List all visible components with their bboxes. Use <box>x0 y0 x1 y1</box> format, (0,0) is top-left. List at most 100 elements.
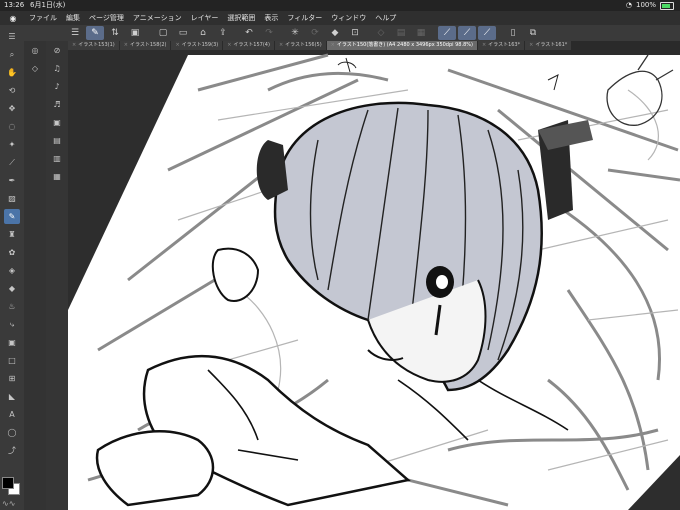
tab-document-7[interactable]: × イラスト163* <box>477 41 525 50</box>
close-icon[interactable]: × <box>124 42 128 48</box>
new-file-icon[interactable]: ▣ <box>126 26 144 40</box>
rotate-icon[interactable]: ⟳ <box>306 26 324 40</box>
shortcut-icon[interactable]: ⧉ <box>524 26 542 40</box>
eyedropper-icon[interactable]: ⟋ <box>4 155 20 170</box>
figure-icon[interactable]: ▣ <box>4 335 20 350</box>
canvas-icon[interactable]: ▯ <box>504 26 522 40</box>
tool-a-icon[interactable]: ♬ <box>49 97 65 112</box>
close-icon[interactable]: × <box>529 42 533 48</box>
close-icon[interactable]: × <box>227 42 231 48</box>
redo-icon[interactable]: ↷ <box>260 26 278 40</box>
tool-e-icon[interactable]: ▦ <box>49 169 65 184</box>
new-doc-icon[interactable]: ▢ <box>154 26 172 40</box>
fill-layer-icon[interactable]: ▤ <box>392 26 410 40</box>
tool-c-icon[interactable]: ▤ <box>49 133 65 148</box>
drawing-canvas[interactable] <box>68 50 680 510</box>
close-icon[interactable]: × <box>279 42 283 48</box>
menu-filter[interactable]: フィルター <box>287 13 322 23</box>
tab-document-3[interactable]: × イラスト159(3) <box>171 41 223 50</box>
zoom-icon[interactable]: ⌕ <box>4 47 20 62</box>
app-logo-icon[interactable]: ◉ <box>6 11 20 25</box>
battery-label: 100% <box>635 1 656 9</box>
close-icon[interactable]: × <box>72 42 76 48</box>
pen-active-icon[interactable]: ✎ <box>86 26 104 40</box>
crop-icon[interactable]: ⊡ <box>346 26 364 40</box>
stroke-preview-icon: ∿∿ <box>2 499 16 508</box>
link-icon[interactable]: ⇅ <box>106 26 124 40</box>
export-icon[interactable]: ⇪ <box>214 26 232 40</box>
eraser-icon[interactable]: ◈ <box>4 263 20 278</box>
settings-icon[interactable]: ♪ <box>49 79 65 94</box>
close-icon[interactable]: × <box>331 42 335 48</box>
gradient-icon[interactable]: ⤷ <box>4 317 20 332</box>
foreground-color-swatch[interactable] <box>2 477 14 489</box>
menu-select[interactable]: 選択範囲 <box>227 13 255 23</box>
text-icon[interactable]: A <box>4 407 20 422</box>
menu-layer[interactable]: レイヤー <box>191 13 219 23</box>
status-right: ◔ 100% <box>626 0 674 11</box>
pen-icon[interactable]: ✒ <box>4 173 20 188</box>
document-tabs: × イラスト153(1) × イラスト158(2) × イラスト159(3) × イラス… <box>68 41 680 50</box>
status-time: 13:26 <box>4 1 25 9</box>
undo-icon[interactable]: ↶ <box>240 26 258 40</box>
command-toolbar: ☰ ✎ ⇅ ▣ ▢ ▭ ⌂ ⇪ ↶ ↷ ✳ ⟳ ◆ ⊡ ◇ ▤ ▦ ⟋ ⟋ ⟋ … <box>0 25 680 41</box>
line-icon[interactable]: ⟋ <box>438 26 456 40</box>
tab-document-8[interactable]: × イラスト161* <box>525 41 572 50</box>
tab-document-1[interactable]: × イラスト153(1) <box>68 41 119 50</box>
lower-hand <box>95 430 215 507</box>
ruler-icon[interactable]: ⊞ <box>4 371 20 386</box>
menu-animation[interactable]: アニメーション <box>133 13 182 23</box>
tab-document-4[interactable]: × イラスト157(4) <box>223 41 274 50</box>
tab-label: イラスト153(1) <box>78 42 115 48</box>
select-icon[interactable]: ▦ <box>412 26 430 40</box>
menu-icon[interactable]: ☰ <box>66 26 84 40</box>
brush-size-icon[interactable]: ♫ <box>49 61 65 76</box>
menu-view[interactable]: 表示 <box>264 13 278 23</box>
hand-icon[interactable]: ✋ <box>4 65 20 80</box>
clear-icon[interactable]: ◇ <box>372 26 390 40</box>
tab-document-5[interactable]: × イラスト156(5) <box>274 41 326 50</box>
balloon-icon[interactable]: ◯ <box>4 425 20 440</box>
tool-d-icon[interactable]: ▥ <box>49 151 65 166</box>
stack-icon[interactable]: ◇ <box>27 61 43 76</box>
menu-page[interactable]: ページ管理 <box>89 13 124 23</box>
correction-icon[interactable]: ⤴ <box>4 443 20 458</box>
wand-icon[interactable]: ✦ <box>4 137 20 152</box>
curve-icon[interactable]: ⟋ <box>458 26 476 40</box>
move-icon[interactable]: ✥ <box>4 101 20 116</box>
open-folder-icon[interactable]: ▭ <box>174 26 192 40</box>
rotate-view-icon[interactable]: ⟲ <box>4 83 20 98</box>
tab-label: イラスト156(5) <box>285 42 322 48</box>
menu-help[interactable]: ヘルプ <box>375 13 396 23</box>
left-hair-ornament <box>256 140 288 200</box>
lasso-icon[interactable]: ◌ <box>4 119 20 134</box>
blend-icon[interactable]: ◆ <box>4 281 20 296</box>
airbrush-icon[interactable]: ♜ <box>4 227 20 242</box>
tab-document-2[interactable]: × イラスト158(2) <box>119 41 171 50</box>
pencil-icon[interactable]: ▨ <box>4 191 20 206</box>
menu-file[interactable]: ファイル <box>29 13 57 23</box>
palette-menu-icon[interactable]: ☰ <box>4 29 20 44</box>
menu-window[interactable]: ウィンドウ <box>331 13 366 23</box>
search-icon[interactable]: ⊘ <box>49 43 65 58</box>
close-icon[interactable]: × <box>175 42 179 48</box>
brush-active-icon[interactable]: ✎ <box>4 209 20 224</box>
close-icon[interactable]: × <box>482 42 486 48</box>
stroke-icon[interactable]: ⟋ <box>478 26 496 40</box>
save-icon[interactable]: ⌂ <box>194 26 212 40</box>
tool-b-icon[interactable]: ▣ <box>49 115 65 130</box>
sub-tool-bar: ⊘ ♫ ♪ ♬ ▣ ▤ ▥ ▦ <box>46 41 68 510</box>
fill-icon[interactable]: ◆ <box>326 26 344 40</box>
menu-bar: ◉ ファイル 編集 ページ管理 アニメーション レイヤー 選択範囲 表示 フィル… <box>0 11 680 25</box>
transform-icon[interactable]: ✳ <box>286 26 304 40</box>
triangle-ruler-icon[interactable]: ◣ <box>4 389 20 404</box>
layer-icon[interactable]: ◎ <box>27 43 43 58</box>
frame-icon[interactable]: □ <box>4 353 20 368</box>
canvas-area[interactable] <box>68 50 680 510</box>
sub-palette-bar: ◎ ◇ <box>24 41 46 510</box>
decoration-icon[interactable]: ✿ <box>4 245 20 260</box>
fill-tool-icon[interactable]: ♨ <box>4 299 20 314</box>
tab-document-active[interactable]: × イラスト150(落書き) (A4 2480 x 3496px 350dpi 9… <box>326 41 477 50</box>
menu-edit[interactable]: 編集 <box>66 13 80 23</box>
tab-label: イラスト163* <box>488 42 521 48</box>
